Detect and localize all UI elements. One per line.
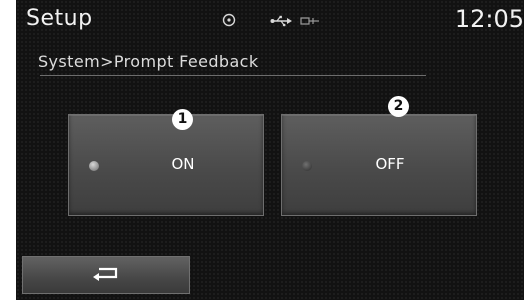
callout-number-1: 1 <box>172 109 193 130</box>
callout-number-2: 2 <box>388 96 409 117</box>
disc-icon <box>222 12 236 31</box>
divider <box>40 75 426 76</box>
option-label-off: OFF <box>375 155 405 173</box>
breadcrumb: System>Prompt Feedback <box>38 52 259 71</box>
back-button[interactable] <box>22 256 190 294</box>
option-label-on: ON <box>171 155 195 173</box>
screen-title: Setup <box>26 6 93 31</box>
usb-icon <box>270 12 292 31</box>
status-icons <box>222 12 320 30</box>
back-arrow-icon <box>91 265 121 285</box>
prompt-feedback-on-button[interactable]: ON <box>68 114 264 216</box>
setup-screen: Setup 12:05 System>Prompt Feedback ON OF… <box>16 0 524 300</box>
aux-plug-icon <box>300 12 320 31</box>
clock: 12:05 <box>454 5 524 33</box>
prompt-feedback-off-button[interactable]: OFF <box>281 114 477 216</box>
